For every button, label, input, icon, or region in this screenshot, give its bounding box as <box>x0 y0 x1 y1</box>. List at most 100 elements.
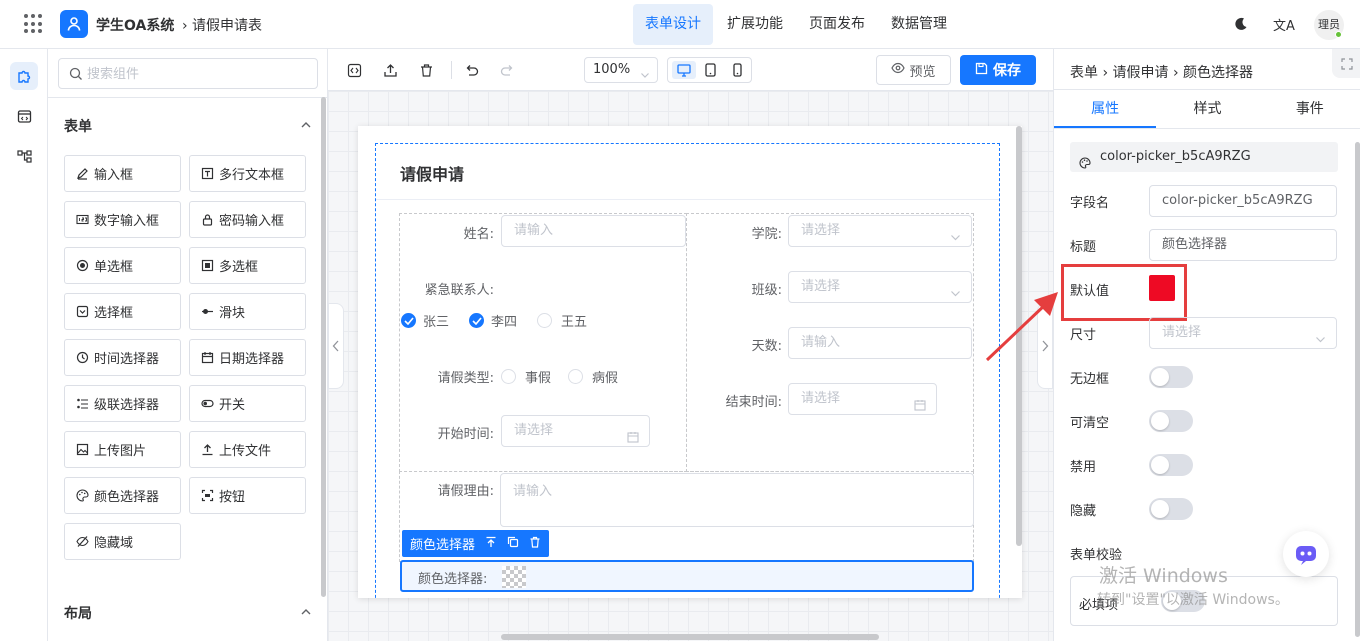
nav-form-design[interactable]: 表单设计 <box>633 4 713 45</box>
component-item-label: 单选框 <box>94 260 134 275</box>
days-input[interactable]: 请输入 <box>788 327 972 359</box>
component-item-label: 输入框 <box>94 168 134 183</box>
components-puzzle-icon[interactable] <box>10 62 38 90</box>
component-item-label: 密码输入框 <box>219 214 285 229</box>
clearable-toggle[interactable] <box>1149 410 1193 432</box>
nav-data-management[interactable]: 数据管理 <box>879 4 959 45</box>
component-item[interactable]: 选择框 <box>64 293 181 330</box>
save-button[interactable]: 保存 <box>960 55 1036 85</box>
dark-mode-icon[interactable] <box>1233 16 1249 32</box>
breadcrumb-item[interactable]: 表单 <box>1070 65 1098 81</box>
leave-type-radio-sick[interactable]: 病假 <box>568 367 618 386</box>
lock-icon <box>201 213 214 226</box>
component-item[interactable]: 日期选择器 <box>189 339 306 376</box>
assistant-bot-button[interactable] <box>1283 531 1329 577</box>
nav-page-publish[interactable]: 页面发布 <box>797 4 877 45</box>
calendar-icon <box>201 351 214 364</box>
college-select[interactable]: 请选择 <box>788 215 972 247</box>
color-swatch-transparent[interactable] <box>502 566 526 588</box>
component-id-text: color-picker_b5cA9RZG <box>1100 149 1251 164</box>
canvas-vertical-scrollbar[interactable] <box>1016 126 1022 546</box>
contact-checkbox-wangwu[interactable]: 王五 <box>537 311 587 330</box>
leave-type-radio-personal[interactable]: 事假 <box>501 367 551 386</box>
desktop-icon[interactable] <box>672 61 696 79</box>
collapse-right-handle[interactable] <box>1037 303 1053 389</box>
contact-checkbox-zhangsan[interactable]: 张三 <box>401 311 449 330</box>
component-item[interactable]: 按钮 <box>189 477 306 514</box>
palette-icon <box>1079 151 1091 181</box>
component-item[interactable]: 数字输入框 <box>64 201 181 238</box>
top-nav: 表单设计 扩展功能 页面发布 数据管理 <box>633 4 961 45</box>
size-select[interactable]: 请选择 <box>1149 317 1337 349</box>
properties-tabs: 属性 样式 事件 <box>1054 89 1360 129</box>
nav-extensions[interactable]: 扩展功能 <box>715 4 795 45</box>
borderless-toggle[interactable] <box>1149 366 1193 388</box>
component-item[interactable]: 多选框 <box>189 247 306 284</box>
switch-icon <box>201 397 214 410</box>
upload-icon <box>201 443 214 456</box>
component-item-label: 时间选择器 <box>94 352 160 367</box>
code-window-icon[interactable] <box>10 102 38 130</box>
title-input[interactable]: 颜色选择器 <box>1149 229 1337 261</box>
breadcrumb-item[interactable]: 请假申请 <box>1113 65 1169 81</box>
canvas-horizontal-scrollbar[interactable] <box>501 634 879 640</box>
trash-icon[interactable] <box>417 61 435 79</box>
color-picker-field[interactable]: 颜色选择器: <box>400 560 974 592</box>
tablet-icon[interactable] <box>698 61 722 79</box>
component-search[interactable] <box>58 58 318 89</box>
component-item[interactable]: 上传图片 <box>64 431 181 468</box>
component-item[interactable]: 单选框 <box>64 247 181 284</box>
component-item[interactable]: 时间选择器 <box>64 339 181 376</box>
preview-button[interactable]: 预览 <box>876 55 951 85</box>
chevron-down-icon <box>1315 327 1326 357</box>
mobile-icon[interactable] <box>725 61 749 79</box>
app-logo <box>60 10 88 38</box>
hidden-toggle[interactable] <box>1149 498 1193 520</box>
component-item[interactable]: 隐藏域 <box>64 523 181 560</box>
palette-icon <box>76 489 89 502</box>
apps-grid-icon[interactable] <box>24 14 44 34</box>
component-item-label: 多选框 <box>219 260 259 275</box>
component-item[interactable]: 开关 <box>189 385 306 422</box>
search-input[interactable] <box>87 64 307 84</box>
annotation-highlight-box <box>1061 264 1187 321</box>
properties-scrollbar[interactable] <box>1355 142 1360 637</box>
end-time-picker[interactable]: 请选择 <box>788 383 937 415</box>
redo-icon[interactable] <box>498 61 516 79</box>
collapse-left-handle[interactable] <box>328 303 344 389</box>
component-item[interactable]: 输入框 <box>64 155 181 192</box>
contact-checkbox-lisi[interactable]: 李四 <box>469 311 517 330</box>
zoom-select[interactable]: 100% <box>584 57 658 83</box>
copy-icon[interactable] <box>507 536 519 552</box>
component-item-label: 开关 <box>219 398 246 413</box>
expand-icon[interactable] <box>1332 49 1360 78</box>
tab-events[interactable]: 事件 <box>1259 90 1360 128</box>
reason-placeholder: 请输入 <box>513 484 553 499</box>
component-item[interactable]: 多行文本框 <box>189 155 306 192</box>
component-item[interactable]: 密码输入框 <box>189 201 306 238</box>
tab-properties[interactable]: 属性 <box>1054 90 1157 128</box>
disabled-toggle[interactable] <box>1149 454 1193 476</box>
tree-structure-icon[interactable] <box>10 142 38 170</box>
component-item[interactable]: 滑块 <box>189 293 306 330</box>
translate-icon[interactable]: 文A <box>1273 15 1295 34</box>
import-icon[interactable] <box>381 61 399 79</box>
start-time-picker[interactable]: 请选择 <box>501 415 650 447</box>
class-select[interactable]: 请选择 <box>788 271 972 303</box>
name-input[interactable]: 请输入 <box>501 215 686 247</box>
field-name-input[interactable]: color-picker_b5cA9RZG <box>1149 185 1337 217</box>
code-icon[interactable] <box>345 61 363 79</box>
trash-icon[interactable] <box>529 536 541 552</box>
undo-icon[interactable] <box>462 61 480 79</box>
form-paper: 请假申请 姓名: 请输入 紧急联系人: 张三 李四 王五 请假类型: 事假 病假… <box>358 126 1022 598</box>
chevron-up-icon[interactable] <box>300 119 312 131</box>
chevron-up-icon[interactable] <box>300 606 312 618</box>
top-bar: 学生OA系统 › 请假申请表 表单设计 扩展功能 页面发布 数据管理 文A 理员 <box>0 0 1360 49</box>
move-top-icon[interactable] <box>485 536 497 552</box>
reason-textarea[interactable]: 请输入 <box>500 473 974 527</box>
component-item[interactable]: 级联选择器 <box>64 385 181 422</box>
component-item[interactable]: 上传文件 <box>189 431 306 468</box>
tab-styles[interactable]: 样式 <box>1156 90 1258 128</box>
component-item[interactable]: 颜色选择器 <box>64 477 181 514</box>
palette-scrollbar[interactable] <box>321 97 326 597</box>
